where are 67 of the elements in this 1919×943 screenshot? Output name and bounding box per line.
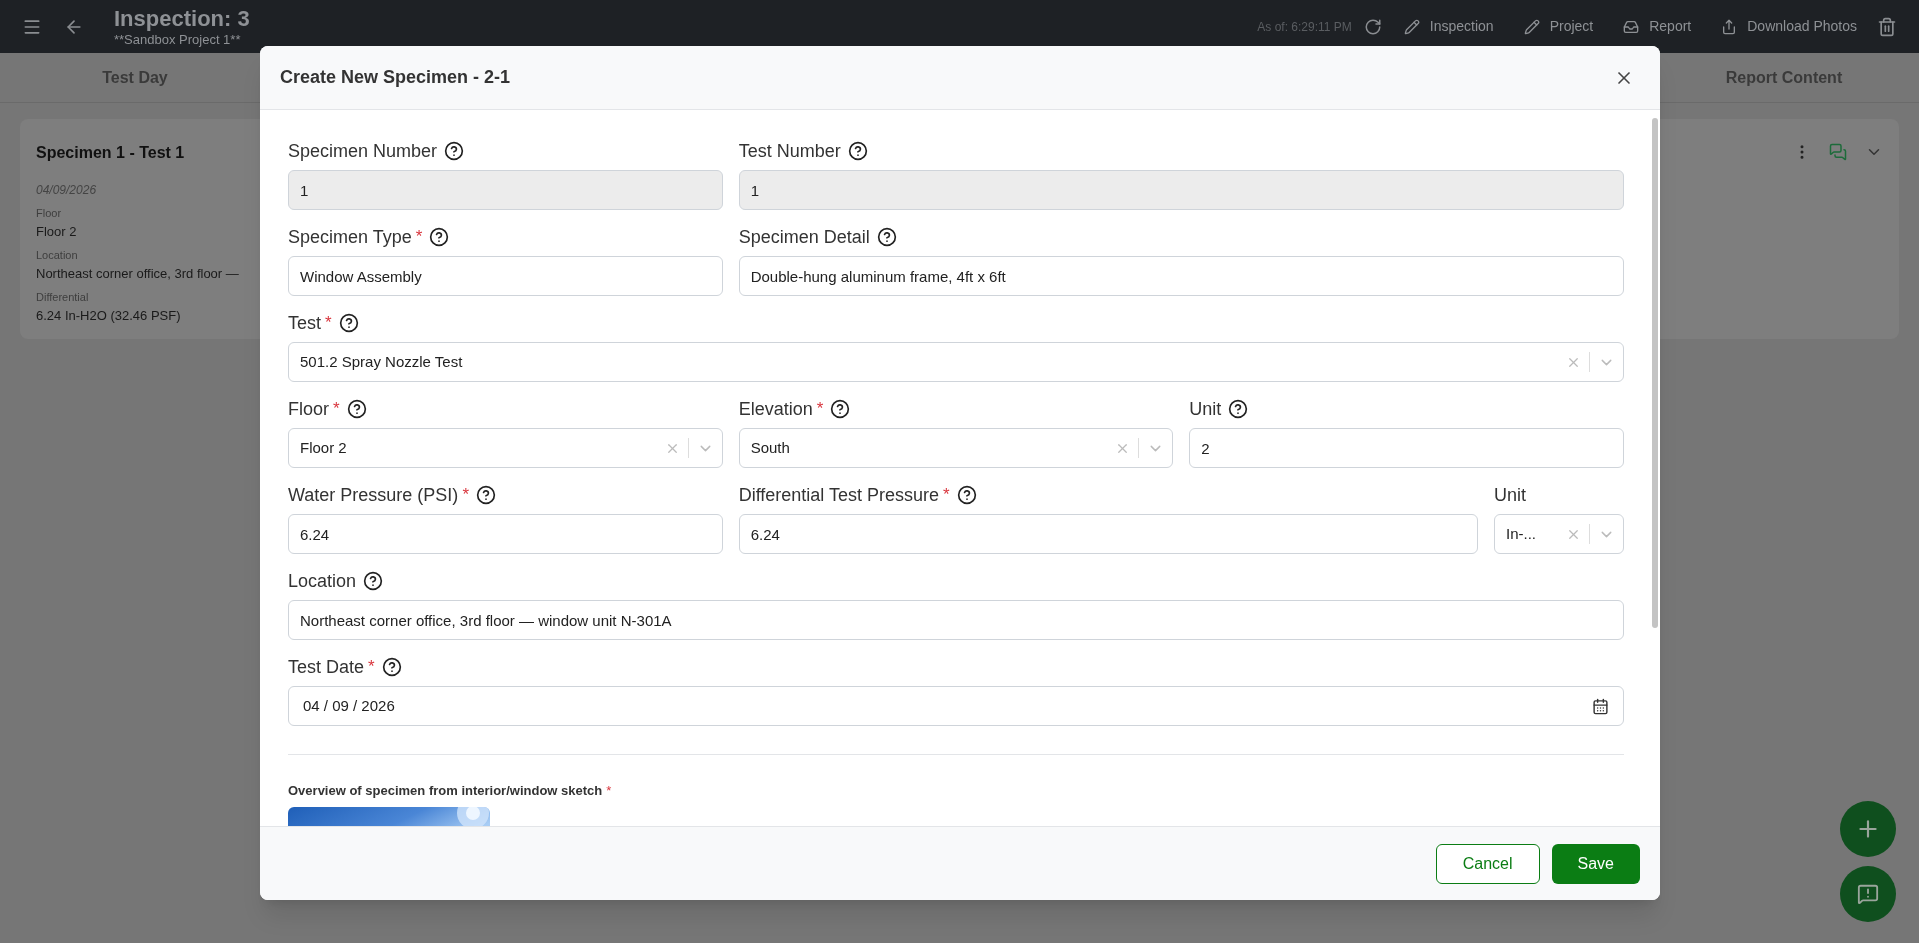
required-mark: * bbox=[943, 484, 950, 507]
project-name: **Sandbox Project 1** bbox=[114, 32, 242, 49]
field-label: Differential Test Pressure bbox=[738, 483, 940, 507]
required-mark: * bbox=[333, 398, 340, 421]
field-label: Specimen Number bbox=[288, 139, 438, 163]
required-mark: * bbox=[816, 398, 824, 421]
field-label: Unit bbox=[1494, 483, 1526, 507]
help-icon[interactable] bbox=[338, 313, 359, 333]
text-field[interactable]: Window Assembly bbox=[288, 256, 723, 296]
pencil-icon bbox=[1403, 18, 1420, 35]
detail-label: Differential bbox=[36, 290, 90, 305]
help-icon[interactable] bbox=[830, 399, 851, 419]
save-button[interactable]: Save bbox=[1551, 843, 1640, 884]
text-field[interactable]: 2 bbox=[1189, 428, 1624, 468]
detail-label: Floor bbox=[36, 206, 63, 221]
inbox-icon bbox=[1623, 18, 1640, 35]
toolbar-button[interactable]: Project bbox=[1523, 16, 1594, 37]
help-icon[interactable] bbox=[876, 227, 897, 247]
share-icon bbox=[1721, 18, 1738, 35]
text-field[interactable]: 6.24 bbox=[738, 514, 1478, 554]
detail-value: Northeast corner office, 3rd floor — bbox=[36, 264, 239, 283]
field-label: Specimen Type bbox=[288, 225, 412, 249]
text-field[interactable]: Northeast corner office, 3rd floor — window unit N-301A bbox=[288, 600, 1624, 640]
trash-icon[interactable] bbox=[1877, 16, 1897, 37]
field-label: Location bbox=[288, 569, 357, 593]
required-mark: * bbox=[325, 312, 332, 335]
calendar-icon[interactable] bbox=[1592, 697, 1609, 715]
scrollbar[interactable] bbox=[1652, 118, 1658, 628]
required-mark: * bbox=[368, 656, 375, 679]
field-label: Test Number bbox=[738, 139, 841, 163]
toolbar-button[interactable]: Download Photos bbox=[1721, 16, 1857, 37]
field-label: Water Pressure (PSI) bbox=[288, 483, 459, 507]
timestamp: As of: 6:29:11 PM bbox=[1257, 18, 1352, 36]
help-icon[interactable] bbox=[429, 227, 450, 247]
field-label: Test Date bbox=[288, 655, 365, 679]
toolbar-button[interactable]: Inspection bbox=[1403, 16, 1494, 37]
text-field[interactable]: Double-hung aluminum frame, 4ft x 6ft bbox=[738, 256, 1624, 296]
page-title: Inspection: 3 bbox=[114, 4, 250, 33]
cancel-button[interactable]: Cancel bbox=[1435, 843, 1540, 884]
field-label: Floor bbox=[288, 397, 329, 421]
field-label: Elevation bbox=[738, 397, 813, 421]
field-label: Unit bbox=[1189, 397, 1222, 421]
feedback-button[interactable] bbox=[1840, 866, 1896, 922]
help-icon[interactable] bbox=[363, 571, 384, 591]
toolbar-button[interactable]: Report bbox=[1623, 16, 1692, 37]
required-mark: * bbox=[462, 484, 469, 507]
help-icon[interactable] bbox=[1228, 399, 1249, 419]
section-label: Overview of specimen from interior/window sketch bbox=[288, 782, 603, 800]
card-title: Specimen 1 - Test 1 bbox=[36, 143, 186, 163]
message-icon bbox=[1857, 883, 1879, 905]
date-field[interactable]: 04 / 09 / 2026 bbox=[288, 686, 1624, 726]
help-icon[interactable] bbox=[956, 485, 977, 505]
help-icon[interactable] bbox=[346, 399, 367, 419]
card-date: 04/09/2026 bbox=[36, 182, 98, 199]
detail-value: 6.24 In-H2O (32.46 PSF) bbox=[36, 306, 182, 325]
required-mark: * bbox=[606, 782, 612, 800]
pencil-icon bbox=[1523, 18, 1540, 35]
required-mark: * bbox=[415, 226, 423, 249]
refresh-icon[interactable] bbox=[1363, 17, 1382, 36]
help-icon[interactable] bbox=[381, 657, 402, 677]
detail-label: Location bbox=[36, 248, 79, 263]
text-field[interactable]: 6.24 bbox=[288, 514, 723, 554]
help-icon[interactable] bbox=[476, 485, 496, 505]
field-label: Specimen Detail bbox=[738, 225, 870, 249]
field-label: Test bbox=[288, 311, 321, 335]
detail-value: Floor 2 bbox=[36, 222, 78, 241]
modal-title: Create New Specimen - 2-1 bbox=[280, 66, 512, 89]
